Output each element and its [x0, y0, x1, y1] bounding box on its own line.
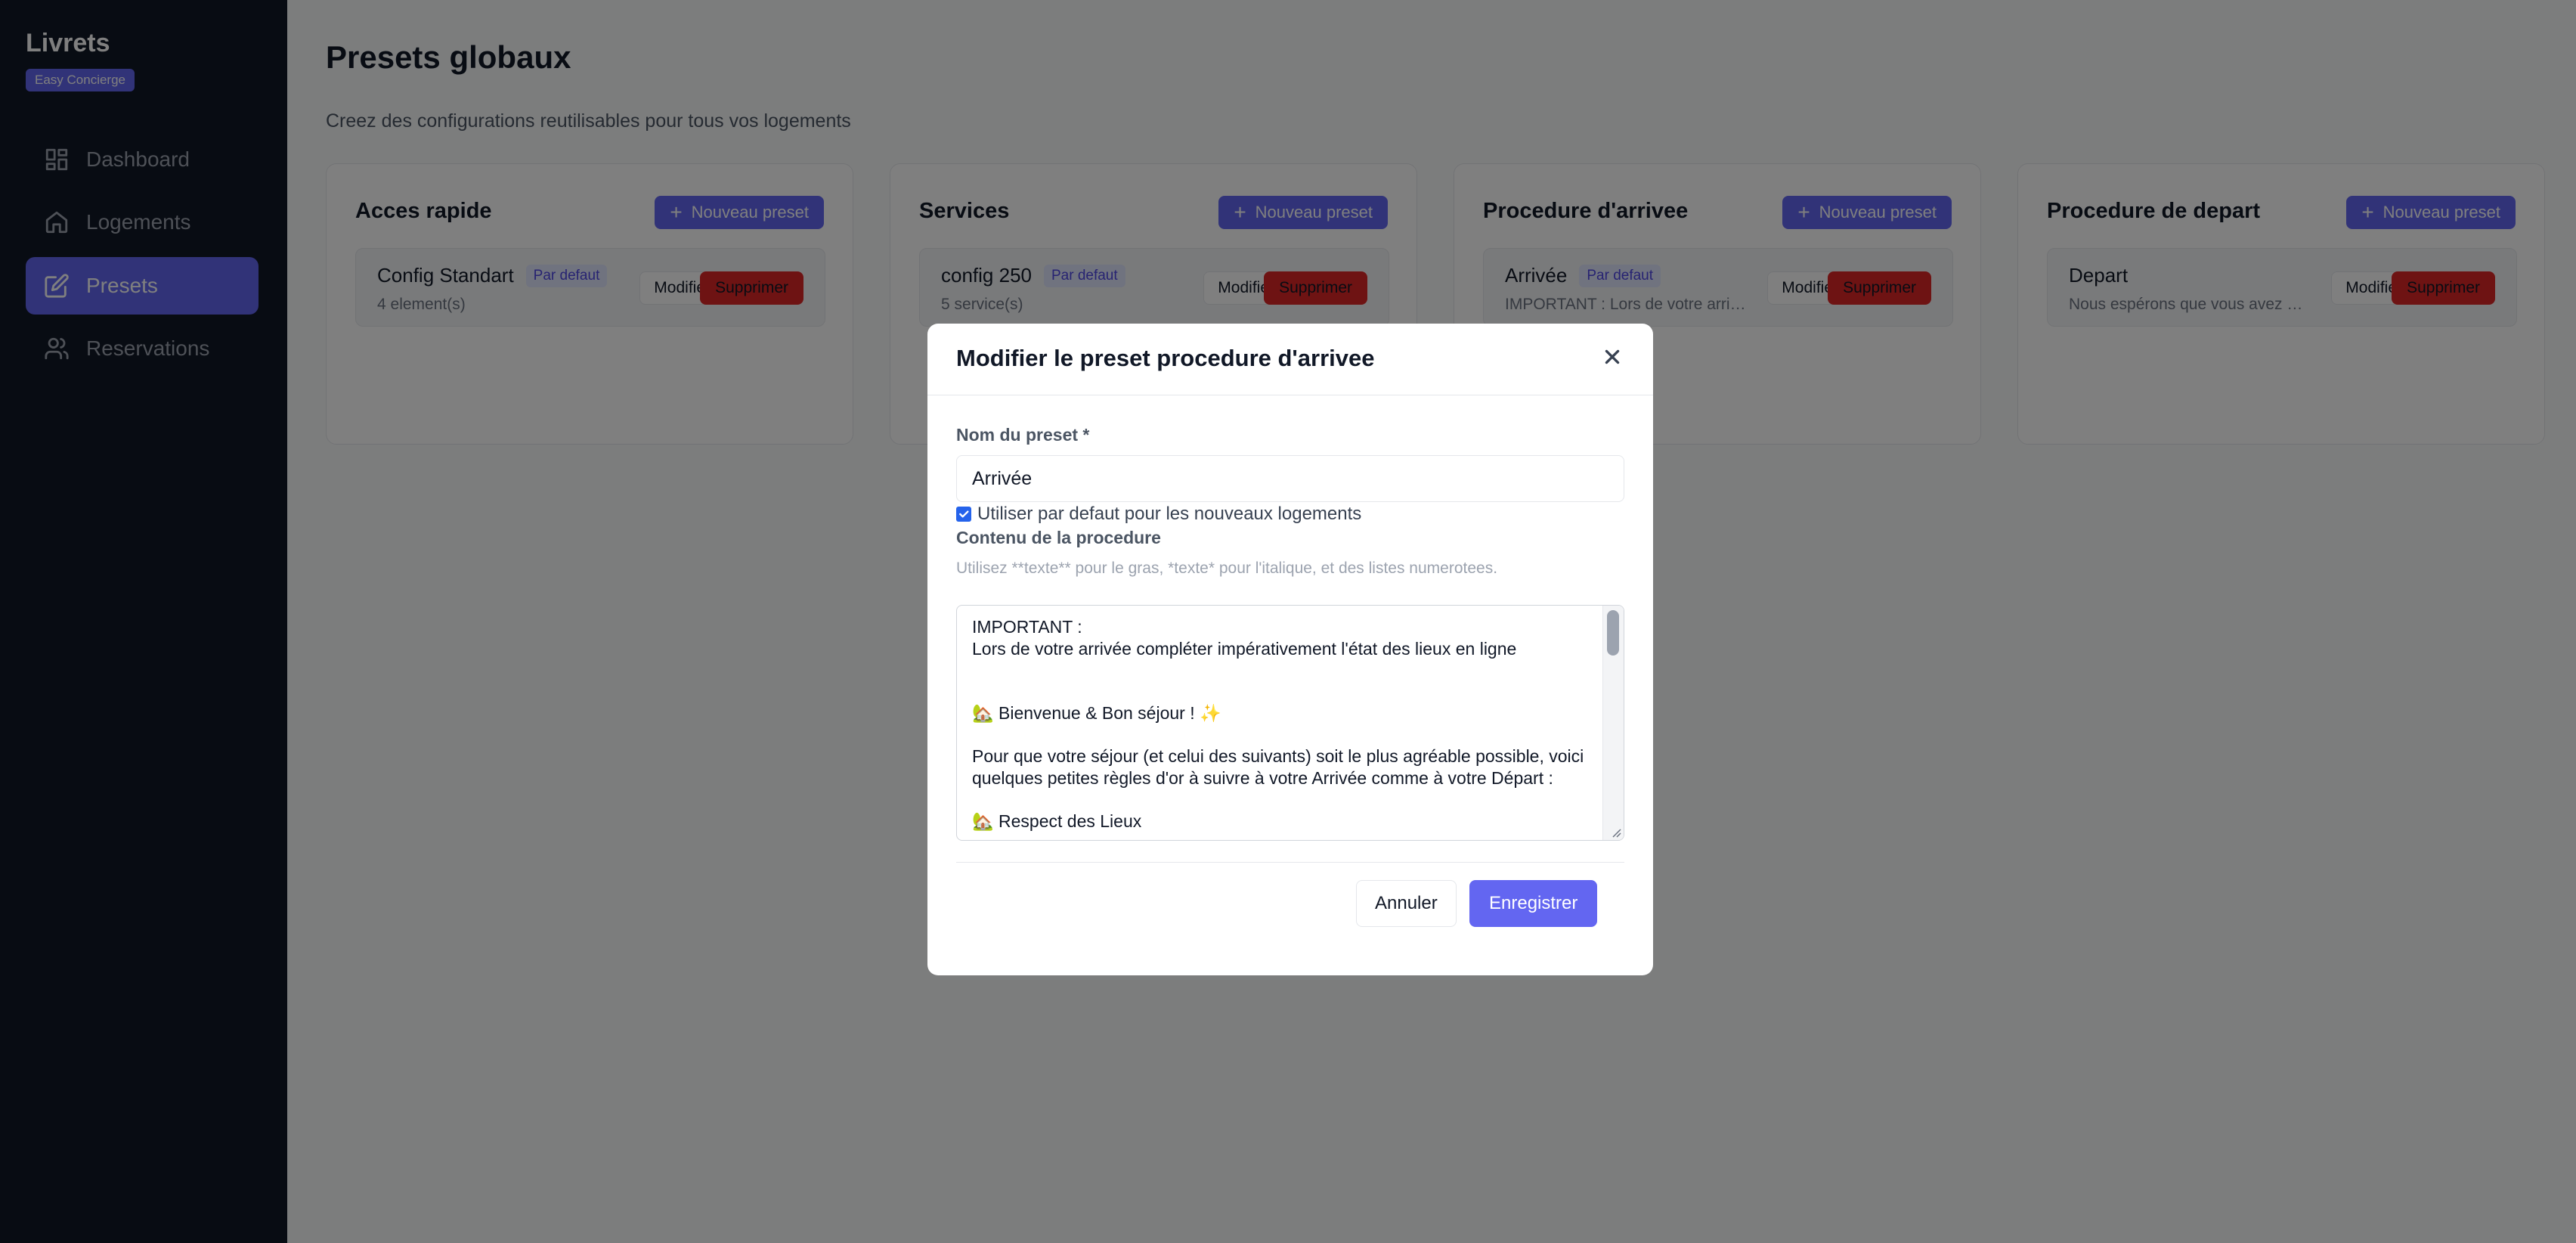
cancel-button[interactable]: Annuler [1356, 880, 1457, 927]
resize-handle-icon[interactable] [1608, 825, 1622, 838]
modal-title: Modifier le preset procedure d'arrivee [956, 345, 1375, 371]
textarea-scrollbar[interactable] [1602, 606, 1624, 840]
default-checkbox-label: Utiliser par defaut pour les nouveaux lo… [977, 504, 1362, 524]
save-button[interactable]: Enregistrer [1469, 880, 1598, 927]
default-checkbox-row[interactable]: Utiliser par defaut pour les nouveaux lo… [956, 504, 1361, 525]
edit-preset-modal: Modifier le preset procedure d'arrivee N… [927, 324, 1653, 975]
default-checkbox[interactable] [956, 507, 971, 522]
modal-divider [956, 862, 1624, 863]
scrollbar-thumb[interactable] [1607, 610, 1619, 656]
content-label: Contenu de la procedure [956, 528, 1161, 547]
preset-name-label: Nom du preset * [956, 425, 1090, 445]
textarea-content: IMPORTANT : Lors de votre arrivée complé… [972, 617, 1584, 831]
procedure-content-textarea[interactable]: IMPORTANT : Lors de votre arrivée complé… [956, 605, 1624, 841]
check-icon [959, 510, 969, 518]
close-icon[interactable] [1599, 343, 1626, 370]
modal-header: Modifier le preset procedure d'arrivee [927, 324, 1653, 395]
preset-name-input[interactable] [956, 455, 1624, 502]
formatting-hint: Utilisez **texte** pour le gras, *texte*… [956, 560, 1498, 577]
